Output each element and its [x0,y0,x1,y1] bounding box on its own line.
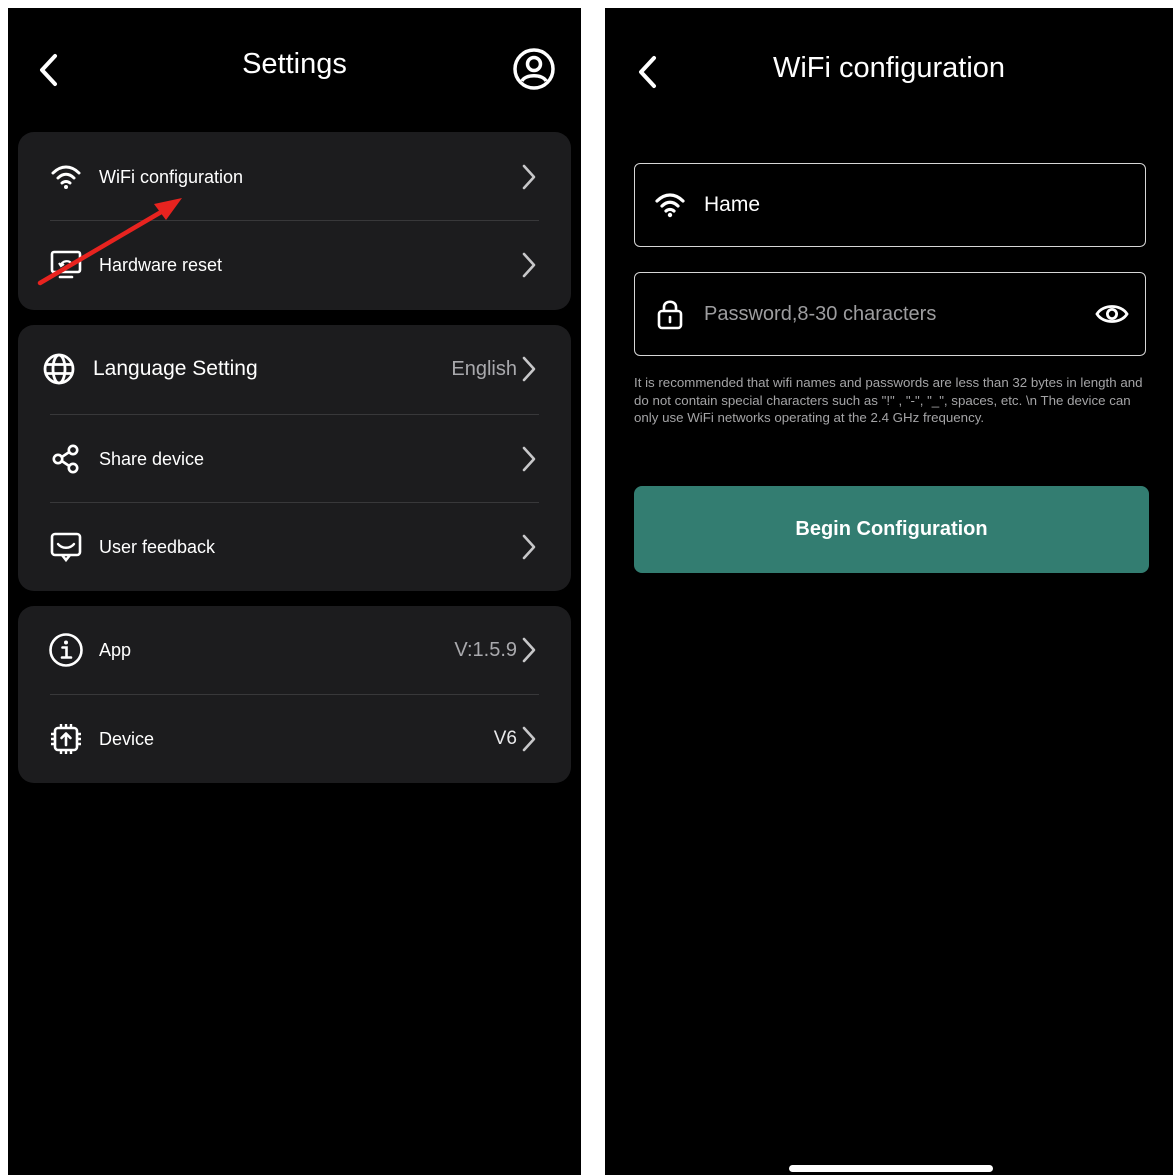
settings-item-label: Language Setting [93,357,258,380]
settings-item-label: User feedback [99,536,216,557]
network-name-field[interactable]: Hame [634,163,1146,247]
network-name-value: Hame [704,193,761,216]
chevron-right-icon [521,725,537,753]
language-value: English [451,357,517,380]
wifi-icon [653,188,687,222]
page-title: WiFi configuration [772,52,1006,84]
info-icon [48,632,84,668]
password-placeholder: Password,8-30 characters [704,302,937,325]
wifi-icon [48,159,84,195]
chevron-right-icon [521,445,537,473]
chevron-right-icon [521,533,537,561]
settings-item-label: Device [99,728,155,749]
feedback-icon [48,529,84,565]
settings-screen: Settings WiFi configuration Hardware res… [8,8,581,1175]
wifi-hint-text: It is recommended that wifi names and pa… [634,375,1143,425]
eye-icon[interactable] [1095,299,1129,329]
settings-item-share-device[interactable]: Share device [18,415,571,503]
settings-item-label: WiFi configuration [99,166,244,187]
password-field[interactable]: Password,8-30 characters [634,272,1146,356]
settings-group-about: App V:1.5.9 Device V6 [18,606,571,783]
settings-item-language-setting[interactable]: Language Setting English [18,325,571,413]
settings-item-label: Share device [99,448,205,469]
begin-configuration-button[interactable]: Begin Configuration [634,486,1149,573]
settings-item-user-feedback[interactable]: User feedback [18,503,571,591]
screen-reset-icon [48,247,84,283]
settings-item-hardware-reset[interactable]: Hardware reset [18,221,571,309]
home-indicator [789,1165,993,1172]
app-version-value: V:1.5.9 [454,638,517,661]
lock-icon [653,297,687,331]
settings-group-general: Language Setting English Share device Us… [18,325,571,591]
user-circle-icon [513,48,555,90]
wifi-configuration-screen: WiFi configuration Hame Password,8-30 ch… [605,8,1173,1175]
chip-icon [48,721,84,757]
chevron-right-icon [521,163,537,191]
chevron-right-icon [521,251,537,279]
profile-button[interactable] [511,46,557,92]
settings-item-wifi-configuration[interactable]: WiFi configuration [18,133,571,221]
page-title: Settings [242,48,347,80]
share-icon [48,441,84,477]
settings-item-device[interactable]: Device V6 [18,695,571,783]
device-version-value: V6 [493,728,517,749]
chevron-right-icon [521,355,537,383]
chevron-right-icon [521,636,537,664]
settings-item-label: Hardware reset [99,254,223,275]
settings-item-label: App [99,639,132,660]
globe-icon [41,351,77,387]
settings-group-network: WiFi configuration Hardware reset [18,132,571,310]
settings-item-app[interactable]: App V:1.5.9 [18,606,571,694]
